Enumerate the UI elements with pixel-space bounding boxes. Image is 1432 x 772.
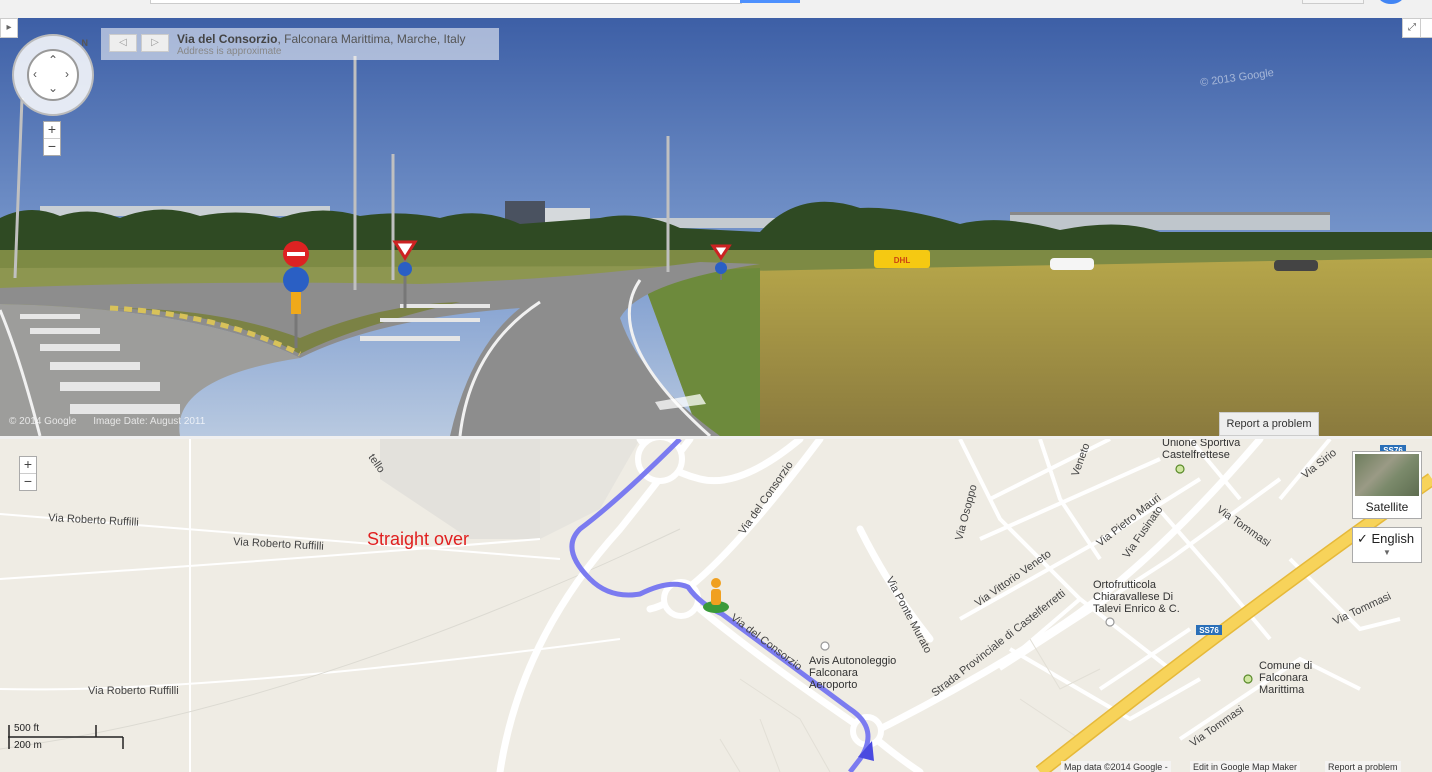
north-indicator: N <box>81 38 89 48</box>
satellite-thumbnail <box>1355 454 1419 496</box>
satellite-label: Satellite <box>1365 500 1409 514</box>
prev-arrow-icon[interactable]: ◁ <box>109 34 137 52</box>
expand-icon[interactable]: ⤢ <box>1402 18 1422 38</box>
pan-control[interactable]: N ⌃ ⌄ ‹ › <box>12 34 94 116</box>
check-icon: ✓ <box>1357 531 1372 546</box>
poi-label: Chiaravallese Di <box>1093 591 1173 603</box>
account-button[interactable] <box>1302 0 1364 4</box>
address-locality: , Falconara Marittima, Marche, Italy <box>277 32 466 46</box>
zoom-out-button[interactable]: − <box>44 139 60 155</box>
pan-right-icon[interactable]: › <box>65 68 69 80</box>
map-zoom-out-button[interactable]: − <box>20 474 36 490</box>
street-label: Via Roberto Ruffilli <box>88 685 179 697</box>
street-view-panel[interactable]: DHL ▸ N ⌃ ⌄ ‹ › + − ◁ ▷ Via del Consorzi… <box>0 18 1432 436</box>
close-icon[interactable] <box>1420 18 1432 38</box>
ss76-shield: SS76 <box>1199 626 1219 635</box>
google-top-bar <box>0 0 1432 19</box>
address-title: Via del Consorzio, Falconara Marittima, … <box>177 32 466 46</box>
poi-label: Talevi Enrico & C. <box>1093 603 1180 615</box>
search-button[interactable] <box>740 0 800 3</box>
satellite-toggle-button[interactable]: Satellite <box>1352 451 1422 519</box>
poi-label: Aeroporto <box>809 679 857 691</box>
poi-label: Ortofrutticola <box>1093 579 1157 591</box>
avatar[interactable] <box>1378 0 1404 4</box>
zoom-in-button[interactable]: + <box>44 122 60 139</box>
collapse-panel-button[interactable]: ▸ <box>0 18 18 38</box>
pan-down-icon[interactable]: ⌄ <box>48 82 58 94</box>
truck-logo: DHL <box>894 256 911 265</box>
map-report-problem-link[interactable]: Report a problem <box>1325 761 1401 772</box>
map-panel[interactable]: SS76 SS76 Via Roberto Ruffilli Via Rober… <box>0 436 1432 772</box>
pan-up-icon[interactable]: ⌃ <box>48 54 58 66</box>
pan-left-icon[interactable]: ‹ <box>33 68 37 80</box>
address-street: Via del Consorzio <box>177 32 278 46</box>
poi-label: Falconara <box>1259 672 1309 684</box>
street-view-footer: © 2014 Google Image Date: August 2011 <box>9 416 219 427</box>
poi-label: Marittima <box>1259 684 1305 696</box>
map-zoom-control: + − <box>19 456 37 491</box>
scale-m: 200 m <box>14 740 42 751</box>
scale-ft: 500 ft <box>14 723 40 734</box>
language-dropdown[interactable]: ✓ English ▼ <box>1352 527 1422 563</box>
route-instruction: Straight over <box>367 529 469 549</box>
address-overlay: ◁ ▷ Via del Consorzio, Falconara Maritti… <box>101 28 499 60</box>
map-zoom-in-button[interactable]: + <box>20 457 36 474</box>
search-input[interactable] <box>150 0 742 4</box>
image-date: Image Date: August 2011 <box>93 416 206 427</box>
poi-label: Castelfrettese <box>1162 449 1230 461</box>
street-view-zoom-control: + − <box>43 121 61 156</box>
poi-label: Falconara <box>809 667 859 679</box>
poi-label: Comune di <box>1259 660 1312 672</box>
report-problem-button[interactable]: Report a problem <box>1219 412 1319 436</box>
language-label: ✓ English <box>1357 531 1414 547</box>
next-arrow-icon[interactable]: ▷ <box>141 34 169 52</box>
edit-map-maker-link[interactable]: Edit in Google Map Maker <box>1190 761 1301 772</box>
map-data-attribution: Map data ©2014 Google - <box>1061 761 1171 772</box>
poi-label: Avis Autonoleggio <box>809 655 896 667</box>
copyright: © 2014 Google <box>9 416 77 427</box>
address-note: Address is approximate <box>177 46 282 57</box>
language-value: English <box>1371 531 1415 546</box>
chevron-down-icon: ▼ <box>1383 548 1391 557</box>
poi-label: Unione Sportiva <box>1162 439 1241 449</box>
map-canvas: SS76 SS76 Via Roberto Ruffilli Via Rober… <box>0 439 1432 772</box>
